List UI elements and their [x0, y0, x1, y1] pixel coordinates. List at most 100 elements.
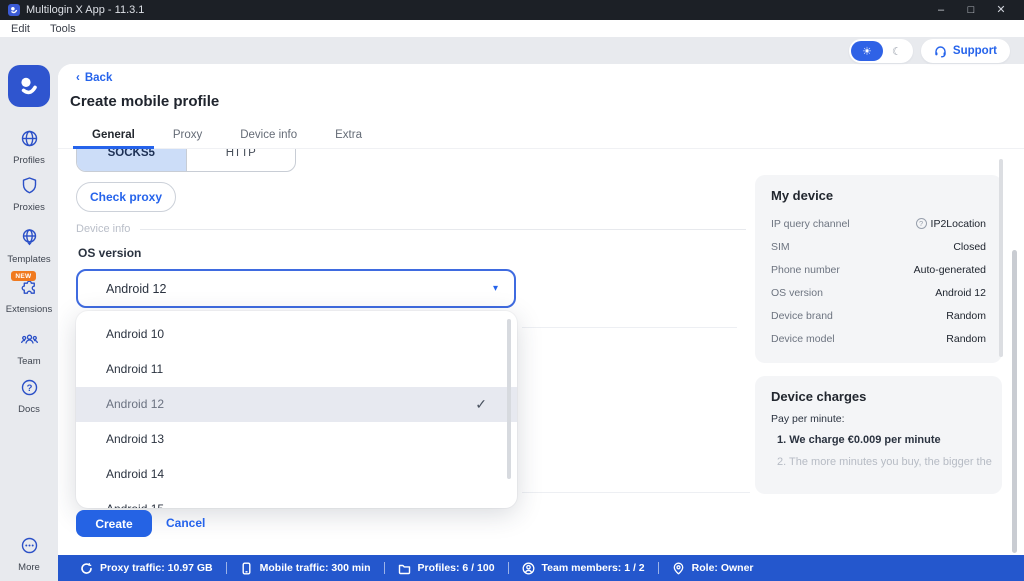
- form-area: SOCKS5 HTTP Check proxy Device info OS v…: [58, 149, 1024, 555]
- minimize-button[interactable]: –: [926, 0, 956, 20]
- row-value: Auto-generated: [914, 264, 986, 276]
- cancel-button[interactable]: Cancel: [166, 516, 205, 530]
- option-label: Android 12: [106, 387, 164, 422]
- sidebar-label: More: [0, 562, 58, 573]
- user-icon: [522, 562, 535, 575]
- sidebar-item-proxies[interactable]: Proxies: [0, 176, 58, 213]
- device-row-ip-query-channel: IP query channel ? IP2Location: [771, 212, 986, 235]
- check-icon: ✓: [475, 387, 487, 422]
- back-button[interactable]: ‹ Back: [76, 72, 112, 84]
- device-row-device-model: Device model Random: [771, 327, 986, 350]
- sidebar-item-templates[interactable]: Templates: [0, 228, 58, 265]
- dropdown-option-android-13[interactable]: Android 13: [76, 422, 517, 457]
- sidebar-label: Proxies: [0, 202, 58, 213]
- chevron-left-icon: ‹: [76, 72, 80, 84]
- globe-icon: [20, 129, 39, 148]
- maximize-button[interactable]: □: [956, 0, 986, 20]
- topbar-controls: ☀ ☾ Support: [849, 39, 1010, 63]
- panel-scrollbar[interactable]: [999, 159, 1003, 357]
- support-label: Support: [953, 45, 997, 57]
- status-separator: [226, 562, 227, 574]
- headset-icon: [934, 45, 947, 58]
- tab-proxy[interactable]: Proxy: [154, 124, 221, 149]
- create-button[interactable]: Create: [76, 510, 152, 537]
- device-row-os-version: OS version Android 12: [771, 281, 986, 304]
- support-button[interactable]: Support: [921, 39, 1010, 63]
- refresh-icon: [80, 562, 93, 575]
- row-value: Android 12: [935, 287, 986, 299]
- status-label: Proxy traffic: 10.97 GB: [100, 562, 213, 574]
- background-divider: [522, 327, 737, 328]
- dropdown-option-android-14[interactable]: Android 14: [76, 457, 517, 492]
- dropdown-option-android-10[interactable]: Android 10: [76, 317, 517, 352]
- status-separator: [658, 562, 659, 574]
- pay-per-minute-label: Pay per minute:: [771, 413, 986, 425]
- device-row-sim: SIM Closed: [771, 235, 986, 258]
- device-charges-title: Device charges: [771, 389, 986, 404]
- app-logo-icon: [8, 4, 20, 16]
- new-badge: NEW: [11, 271, 35, 281]
- row-label: Phone number: [771, 264, 840, 276]
- sidebar-item-more[interactable]: More: [0, 536, 58, 573]
- device-charges-panel: Device charges Pay per minute: 1. We cha…: [755, 376, 1002, 494]
- status-label: Profiles: 6 / 100: [418, 562, 495, 574]
- divider-line: [140, 229, 746, 230]
- svg-text:?: ?: [26, 383, 32, 394]
- sidebar-item-team[interactable]: Team: [0, 330, 58, 367]
- sidebar: Profiles Proxies Templates NEW Extension…: [0, 37, 58, 581]
- segment-http[interactable]: HTTP: [187, 149, 296, 171]
- theme-toggle[interactable]: ☀ ☾: [849, 39, 913, 63]
- dropdown-option-android-15[interactable]: Android 15: [76, 492, 517, 508]
- puzzle-icon: NEW: [20, 278, 39, 297]
- close-button[interactable]: ✕: [986, 0, 1016, 20]
- row-value: Random: [946, 310, 986, 322]
- device-info-section-label: Device info: [76, 223, 130, 235]
- proxy-type-segmented-control: SOCKS5 HTTP: [76, 149, 296, 172]
- background-divider: [522, 492, 750, 493]
- sidebar-label: Docs: [0, 404, 58, 415]
- os-version-label: OS version: [78, 246, 141, 260]
- tab-device-info[interactable]: Device info: [221, 124, 316, 149]
- tab-bar: General Proxy Device info Extra: [73, 124, 381, 149]
- row-label: OS version: [771, 287, 823, 299]
- sidebar-item-docs[interactable]: ? Docs: [0, 378, 58, 415]
- chevron-down-icon: ▾: [493, 283, 498, 294]
- title-bar: Multilogin X App - 11.3.1 – □ ✕: [0, 0, 1024, 20]
- dropdown-scrollbar[interactable]: [507, 319, 511, 479]
- os-version-select[interactable]: Android 12 ▾: [76, 269, 516, 308]
- status-separator: [384, 562, 385, 574]
- menu-edit[interactable]: Edit: [11, 23, 30, 35]
- status-bar: Proxy traffic: 10.97 GB Mobile traffic: …: [58, 555, 1024, 581]
- folder-icon: [398, 562, 411, 575]
- globe-pin-icon: [20, 228, 39, 247]
- my-device-title: My device: [771, 188, 986, 203]
- status-label: Team members: 1 / 2: [542, 562, 645, 574]
- side-panels: My device IP query channel ? IP2Location…: [755, 175, 1002, 507]
- help-icon[interactable]: ?: [916, 218, 927, 229]
- sidebar-label: Templates: [0, 254, 58, 265]
- tab-extra[interactable]: Extra: [316, 124, 381, 149]
- check-proxy-button[interactable]: Check proxy: [76, 182, 176, 212]
- dropdown-option-android-11[interactable]: Android 11: [76, 352, 517, 387]
- row-value: Closed: [953, 241, 986, 253]
- sidebar-label: Extensions: [0, 304, 58, 315]
- tab-general[interactable]: General: [73, 124, 154, 149]
- window-title: Multilogin X App - 11.3.1: [26, 4, 144, 16]
- row-label: Device model: [771, 333, 835, 345]
- page-scrollbar[interactable]: [1012, 250, 1017, 553]
- dropdown-option-android-12[interactable]: Android 12 ✓: [76, 387, 517, 422]
- sidebar-item-profiles[interactable]: Profiles: [0, 129, 58, 166]
- shield-icon: [20, 176, 39, 195]
- os-version-value: Android 12: [106, 282, 166, 296]
- menu-tools[interactable]: Tools: [50, 23, 76, 35]
- row-label: IP query channel: [771, 218, 850, 230]
- ellipsis-icon: [20, 536, 39, 555]
- status-label: Role: Owner: [692, 562, 754, 574]
- status-label: Mobile traffic: 300 min: [260, 562, 371, 574]
- dark-mode-icon[interactable]: ☾: [883, 45, 911, 58]
- segment-socks5[interactable]: SOCKS5: [77, 149, 187, 171]
- multilogin-logo[interactable]: [8, 65, 50, 107]
- sidebar-item-extensions[interactable]: NEW Extensions: [0, 278, 58, 315]
- sidebar-label: Team: [0, 356, 58, 367]
- light-mode-icon[interactable]: ☀: [851, 41, 883, 61]
